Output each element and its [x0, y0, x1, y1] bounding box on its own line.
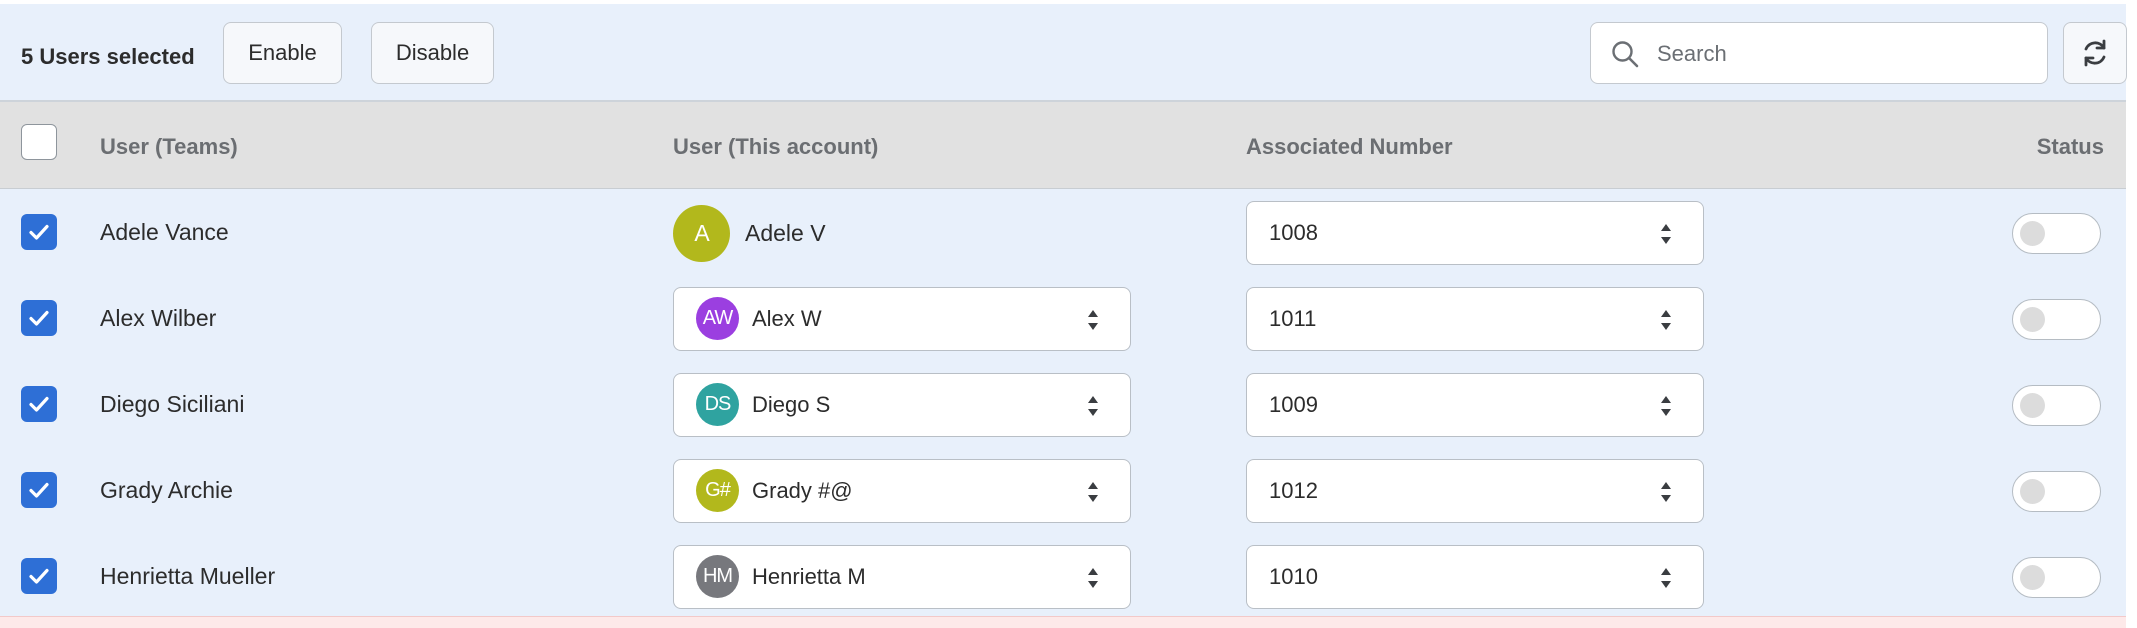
chevron-up-down-icon: [1088, 568, 1098, 588]
table-header: User (Teams) User (This account) Associa…: [0, 102, 2126, 189]
teams-user-name: Alex Wilber: [100, 305, 217, 331]
row-checkbox[interactable]: [21, 300, 57, 336]
error-row-strip: [0, 616, 2126, 628]
refresh-icon: [2084, 39, 2106, 67]
table-row: Grady Archie G# Grady #@ 1012: [0, 447, 2126, 534]
row-checkbox[interactable]: [21, 214, 57, 250]
row-checkbox[interactable]: [21, 558, 57, 594]
teams-user-name: Henrietta Mueller: [100, 563, 276, 589]
account-user: A Adele V: [673, 204, 826, 262]
table-row: Alex Wilber AW Alex W 1011: [0, 275, 2126, 362]
associated-number-select[interactable]: 1011: [1246, 287, 1704, 351]
avatar: HM: [696, 555, 739, 598]
checkmark-icon: [29, 310, 49, 326]
status-toggle[interactable]: [2012, 299, 2101, 340]
checkmark-icon: [29, 224, 49, 240]
table-row: Adele Vance A Adele V 1008: [0, 189, 2126, 276]
table-row: Henrietta Mueller HM Henrietta M 1010: [0, 533, 2126, 620]
account-user-select[interactable]: G# Grady #@: [673, 459, 1131, 523]
disable-button[interactable]: Disable: [371, 22, 494, 84]
associated-number-value: 1009: [1269, 392, 1318, 417]
status-toggle[interactable]: [2012, 471, 2101, 512]
chevron-up-down-icon: [1088, 396, 1098, 416]
account-user: DS Diego S: [696, 383, 830, 426]
checkmark-icon: [29, 568, 49, 584]
teams-user-name: Adele Vance: [100, 219, 229, 245]
associated-number-select[interactable]: 1012: [1246, 459, 1704, 523]
account-user: AW Alex W: [696, 297, 822, 340]
refresh-button[interactable]: [2063, 22, 2127, 84]
chevron-up-down-icon: [1088, 310, 1098, 330]
associated-number-value: 1008: [1269, 220, 1318, 245]
account-user-name: Diego S: [752, 391, 831, 417]
toggle-knob: [2020, 221, 2045, 246]
toggle-knob: [2020, 565, 2045, 590]
account-user-select[interactable]: HM Henrietta M: [673, 545, 1131, 609]
checkmark-icon: [29, 482, 49, 498]
associated-number-value: 1010: [1269, 564, 1318, 589]
chevron-up-down-icon: [1661, 482, 1671, 502]
checkmark-icon: [29, 396, 49, 412]
avatar: AW: [696, 297, 739, 340]
toggle-knob: [2020, 307, 2045, 332]
search-icon: [1612, 41, 1639, 68]
account-user-name: Grady #@: [752, 477, 853, 503]
account-user-name: Henrietta M: [752, 563, 866, 589]
column-header-associated-number[interactable]: Associated Number: [1246, 134, 1453, 160]
table-row: Diego Siciliani DS Diego S 1009: [0, 361, 2126, 448]
row-checkbox[interactable]: [21, 472, 57, 508]
enable-button[interactable]: Enable: [223, 22, 342, 84]
account-user: G# Grady #@: [696, 469, 853, 512]
account-user: HM Henrietta M: [696, 555, 866, 598]
selected-count: 5 Users selected: [21, 44, 195, 69]
status-toggle[interactable]: [2012, 385, 2101, 426]
associated-number-value: 1011: [1269, 306, 1317, 331]
status-toggle[interactable]: [2012, 557, 2101, 598]
chevron-up-down-icon: [1088, 482, 1098, 502]
row-checkbox[interactable]: [21, 386, 57, 422]
chevron-up-down-icon: [1661, 310, 1671, 330]
teams-user-name: Grady Archie: [100, 477, 233, 503]
bulk-action-toolbar: 5 Users selected Enable Disable: [0, 4, 2127, 102]
chevron-up-down-icon: [1661, 396, 1671, 416]
associated-number-select[interactable]: 1008: [1246, 201, 1704, 265]
account-user-name: Alex W: [752, 305, 822, 331]
search-box[interactable]: [1590, 22, 2048, 84]
search-input[interactable]: [1655, 35, 2029, 73]
column-header-teams-user[interactable]: User (Teams): [100, 134, 238, 160]
select-all-checkbox[interactable]: [21, 124, 57, 160]
associated-number-select[interactable]: 1009: [1246, 373, 1704, 437]
avatar: G#: [696, 469, 739, 512]
avatar: DS: [696, 383, 739, 426]
account-user-name: Adele V: [745, 219, 826, 246]
account-user-select[interactable]: DS Diego S: [673, 373, 1131, 437]
teams-user-name: Diego Siciliani: [100, 391, 245, 417]
associated-number-select[interactable]: 1010: [1246, 545, 1704, 609]
status-toggle[interactable]: [2012, 213, 2101, 254]
toggle-knob: [2020, 479, 2045, 504]
account-user-select[interactable]: AW Alex W: [673, 287, 1131, 351]
user-mapping-panel: 5 Users selected Enable Disable User (Te…: [0, 0, 2137, 628]
column-header-status[interactable]: Status: [2037, 134, 2104, 160]
column-header-account-user[interactable]: User (This account): [673, 134, 878, 160]
chevron-up-down-icon: [1661, 568, 1671, 588]
avatar: A: [673, 204, 730, 262]
toggle-knob: [2020, 393, 2045, 418]
associated-number-value: 1012: [1269, 478, 1318, 503]
chevron-up-down-icon: [1661, 224, 1671, 244]
